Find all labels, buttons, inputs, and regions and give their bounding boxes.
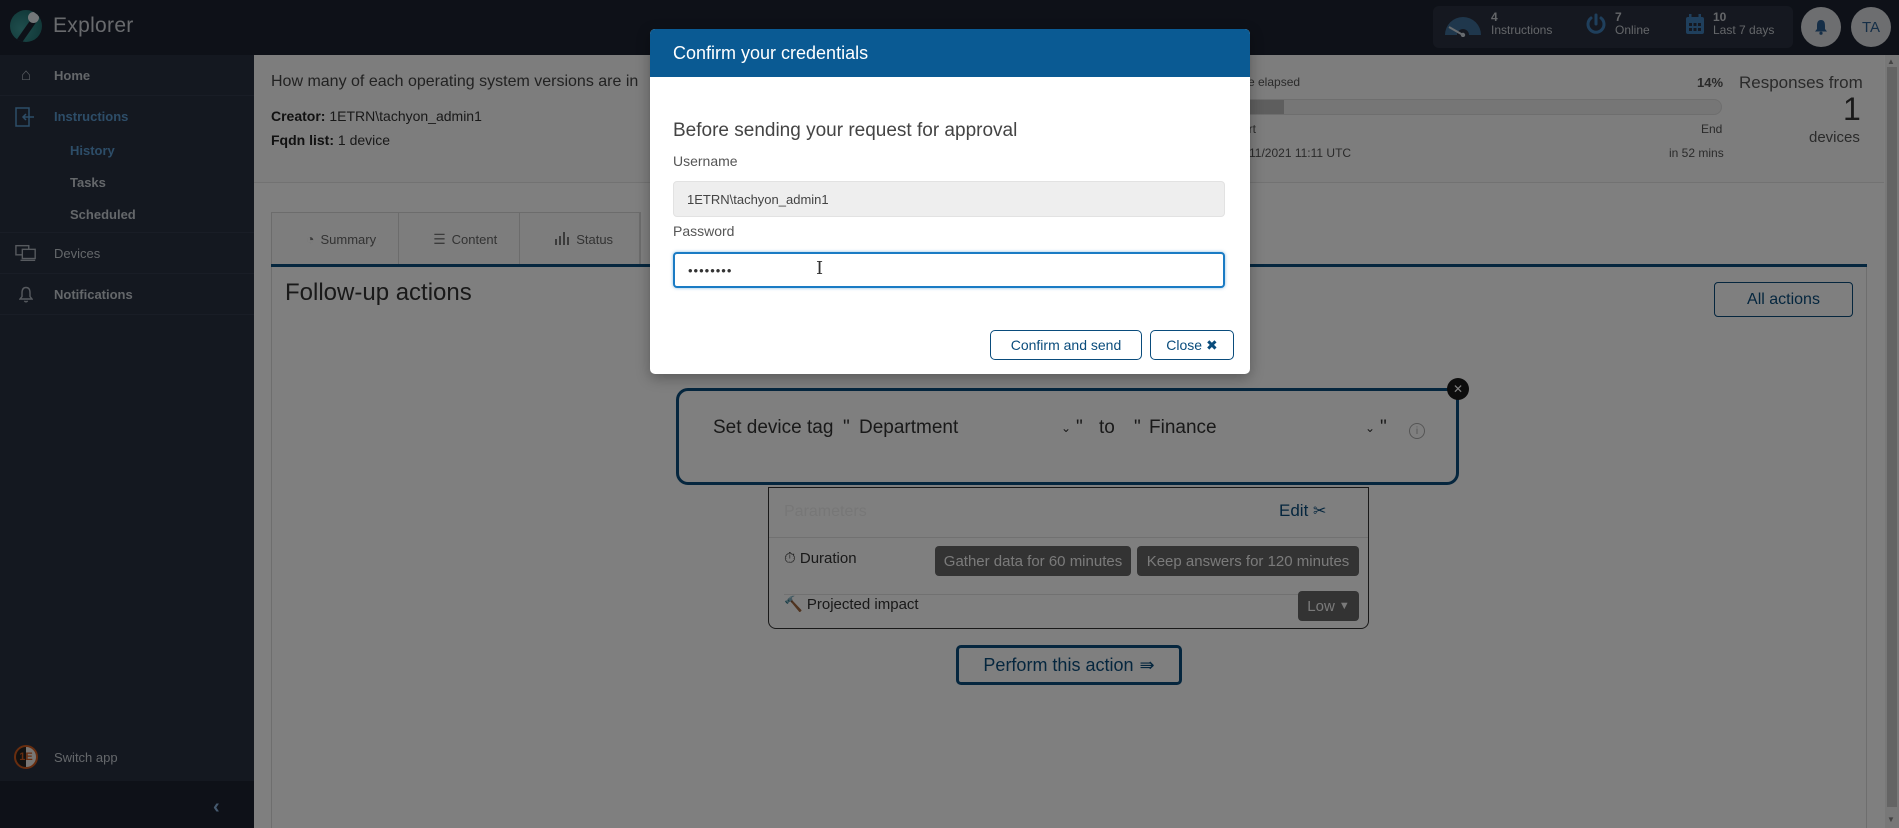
confirm-and-send-button[interactable]: Confirm and send bbox=[990, 330, 1142, 360]
username-label: Username bbox=[673, 153, 738, 169]
text-cursor-icon: I bbox=[816, 258, 824, 279]
close-x-icon: ✖ bbox=[1206, 336, 1218, 353]
modal-header: Confirm your credentials bbox=[650, 29, 1250, 77]
modal-subtitle: Before sending your request for approval bbox=[673, 120, 1018, 141]
confirm-credentials-modal: Confirm your credentials Before sending … bbox=[650, 29, 1250, 374]
username-field[interactable]: 1ETRN\tachyon_admin1 bbox=[673, 181, 1225, 217]
modal-title: Confirm your credentials bbox=[673, 43, 869, 63]
password-label: Password bbox=[673, 223, 735, 239]
close-button[interactable]: Close ✖ bbox=[1150, 330, 1234, 360]
password-field[interactable]: •••••••• bbox=[673, 252, 1225, 288]
